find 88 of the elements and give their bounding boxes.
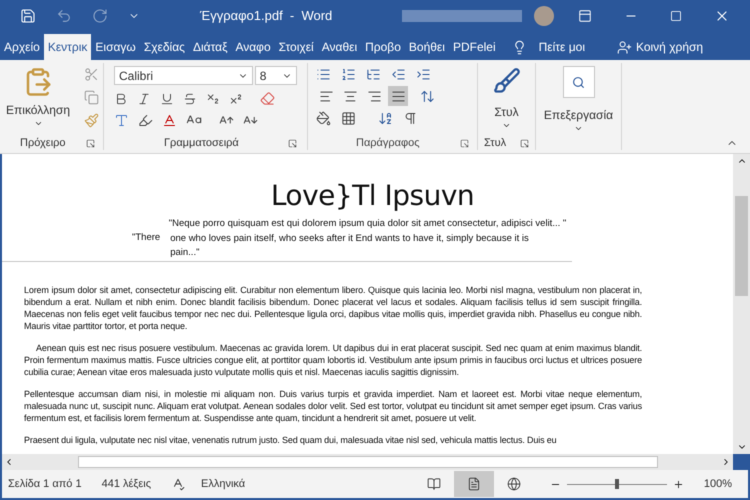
bullets-icon[interactable] — [316, 67, 331, 82]
underline-icon[interactable] — [160, 92, 174, 106]
ribbon-tab[interactable]: Στοιχεί — [274, 34, 318, 60]
dialog-launcher-icon[interactable] — [460, 138, 469, 148]
ribbon-display-options-icon[interactable] — [578, 9, 592, 23]
tell-me-field[interactable]: Πείτε μοι — [538, 38, 585, 56]
dialog-launcher-icon[interactable] — [86, 138, 95, 148]
subscript-icon[interactable] — [206, 92, 220, 106]
dialog-launcher-icon[interactable] — [288, 138, 297, 148]
zoom-slider[interactable] — [566, 479, 667, 489]
ribbon-tab[interactable]: Κεντρικ — [44, 34, 92, 60]
quote-text: one who loves pain itself, who seeks after it End wants to have it, simply because it is pain..." — [170, 232, 530, 260]
strikethrough-icon[interactable] — [183, 92, 197, 106]
styles-button[interactable]: Στυλ — [484, 67, 529, 136]
cut-icon[interactable] — [84, 67, 99, 82]
share-icon[interactable] — [616, 40, 632, 54]
multilevel-list-icon[interactable] — [366, 67, 381, 82]
italic-icon[interactable] — [137, 92, 151, 106]
body-paragraph: Pellentesque accumsan diam nisi, in molestie mi aliquam non. Duis varius turpis et gravida imperdiet. Nam et laoreet est. Morbi vitae neque elementum, malesuada nunc ut, suscipit nunc. Aliquam erat volutpat. Aenean sodales dolor velit. Sed est tortor, volutpat eu tincidunt sit amet semper eget ipsum. Cras varius fermentum est, et facilisis lorem fermentum at. Suspendisse ante quam, tincidunt a hendrerit sit amet, posuere ut velit. — [24, 388, 642, 424]
ribbon-tab[interactable]: Αναθει — [318, 34, 362, 60]
scroll-thumb[interactable] — [78, 456, 658, 468]
sort-icon[interactable] — [378, 111, 393, 126]
quote-text: "There — [132, 232, 160, 245]
align-right-icon — [366, 88, 382, 104]
print-layout-button[interactable] — [454, 471, 494, 497]
shading-icon[interactable] — [316, 111, 331, 126]
ribbon-tab[interactable]: Προβο — [361, 34, 405, 60]
save-icon[interactable] — [20, 8, 36, 24]
caret-icon — [502, 121, 511, 130]
avatar[interactable] — [534, 6, 554, 26]
book-icon — [426, 477, 441, 491]
body-paragraph: Praesent dui ligula, vulputate nec nisl vitae, venenatis rutrum justo. Sed quam dui, malesuada vitae nisl sed, vehicula mattis lectus. Duis eu — [24, 434, 558, 446]
align-center-icon — [342, 88, 358, 104]
share-button[interactable]: Κοινή χρήση — [636, 38, 704, 56]
font-color-icon[interactable] — [162, 112, 177, 128]
vertical-scrollbar[interactable] — [733, 154, 750, 454]
undo-icon[interactable] — [56, 8, 72, 24]
redo-icon[interactable] — [92, 8, 108, 24]
caret-icon — [34, 119, 42, 128]
ribbon-tab[interactable]: Αρχείο — [0, 34, 44, 60]
font-name-field[interactable]: Calibri — [114, 66, 253, 85]
ribbon-tab[interactable]: Διάταξ — [188, 34, 232, 60]
word-count[interactable]: 441 λέξεις — [102, 476, 151, 492]
justify-icon — [390, 88, 406, 104]
show-formatting-icon[interactable] — [403, 111, 418, 126]
group-label: Γραμματοσειρά — [164, 136, 239, 151]
highlighter-icon[interactable] — [138, 112, 153, 128]
increase-indent-icon[interactable] — [416, 67, 431, 82]
group-label: Παράγραφος — [356, 136, 420, 151]
editing-button[interactable]: Επεξεργασία — [536, 66, 621, 133]
paste-button[interactable]: Επικόλληση — [8, 67, 68, 136]
group-label: Πρόχειρο — [20, 136, 66, 151]
quote-text: "Neque porro quisquam est qui dolorem ipsum quia dolor sit amet consectetur, adipisci velit... " — [168, 218, 566, 230]
search-icon — [572, 76, 585, 88]
ribbon-tab[interactable]: Εισαγω — [91, 34, 140, 60]
ribbon-tab[interactable]: Αναφο — [231, 34, 275, 60]
body-paragraph: Aenean quis est nec risus posuere vestibulum. Maecenas ac gravida lorem. Ut dapibus dui in erat placerat suscipit. Sed nec quam at enim maximus blandit. Proin fermentum maximus mattis. Fusce ultricies congue elit, at porttitor quam lobortis id. Vestibulum ante ipsum primis in faucibus orci luctus et ultrices posuere cubilia curae; Aenean vitae eros malesuada justo vulputate mollis quis et nisl. Maecenas iaculis sagittis dignissim. — [24, 342, 642, 378]
bold-icon[interactable] — [114, 92, 128, 106]
caret-icon — [574, 124, 583, 133]
zoom-in-icon[interactable] — [672, 478, 684, 490]
proofing-icon[interactable] — [171, 477, 185, 491]
line-spacing-icon[interactable] — [420, 88, 435, 104]
window-title: Έγγραφο1.pdf - Word — [200, 7, 332, 26]
document-title: Love}Tl Ipsuvn — [270, 180, 474, 212]
body-paragraph: Lorem ipsum dolor sit amet, consectetur adipiscing elit. Curabitur non elementum libero. Quisque quis lacinia leo. Morbi nisl magna, vestibulum non placerat in, bibendum a erat. Nullam et nibh enim. Donec blandit facilisis bibendum. Donec placerat vel lacus et sodales. Aliquam facilisis tellus id sem suscipit fringilla. Maecenas non felis eget velit faucibus tempor nec nec dui. Pellentesque ligula orci, dapibus vitae mollis quis, imperdiet gravida nibh. Phasellus eu congue nibh. Mauris vitae parttitor tortor, et porta neque. — [24, 284, 642, 332]
ribbon-tab[interactable]: Βοήθει — [404, 34, 449, 60]
copy-icon[interactable] — [84, 90, 99, 105]
maximize-icon[interactable] — [670, 10, 682, 22]
decrease-indent-icon[interactable] — [391, 67, 406, 82]
clear-formatting-icon[interactable] — [260, 91, 275, 106]
ribbon-tab[interactable]: Σχεδίας — [140, 34, 189, 60]
page-icon — [466, 477, 481, 491]
scroll-thumb[interactable] — [735, 196, 748, 296]
zoom-slider-thumb[interactable] — [614, 479, 619, 489]
justify-button[interactable] — [388, 86, 408, 106]
page-count[interactable]: Σελίδα 1 από 1 — [8, 476, 82, 492]
horizontal-scrollbar[interactable] — [0, 454, 733, 470]
globe-icon — [506, 477, 521, 491]
language-label[interactable]: Ελληνικά — [201, 476, 246, 492]
zoom-level[interactable]: 100% — [704, 476, 732, 492]
font-size-field[interactable]: 8 — [254, 66, 297, 85]
dialog-launcher-icon[interactable] — [520, 138, 529, 148]
ribbon-tab[interactable]: PDFelei — [448, 34, 500, 60]
superscript-icon[interactable] — [229, 92, 243, 106]
align-left-icon — [318, 88, 334, 104]
numbering-icon[interactable] — [341, 67, 356, 82]
borders-icon[interactable] — [341, 111, 356, 126]
group-label: Στυλ — [484, 136, 506, 151]
